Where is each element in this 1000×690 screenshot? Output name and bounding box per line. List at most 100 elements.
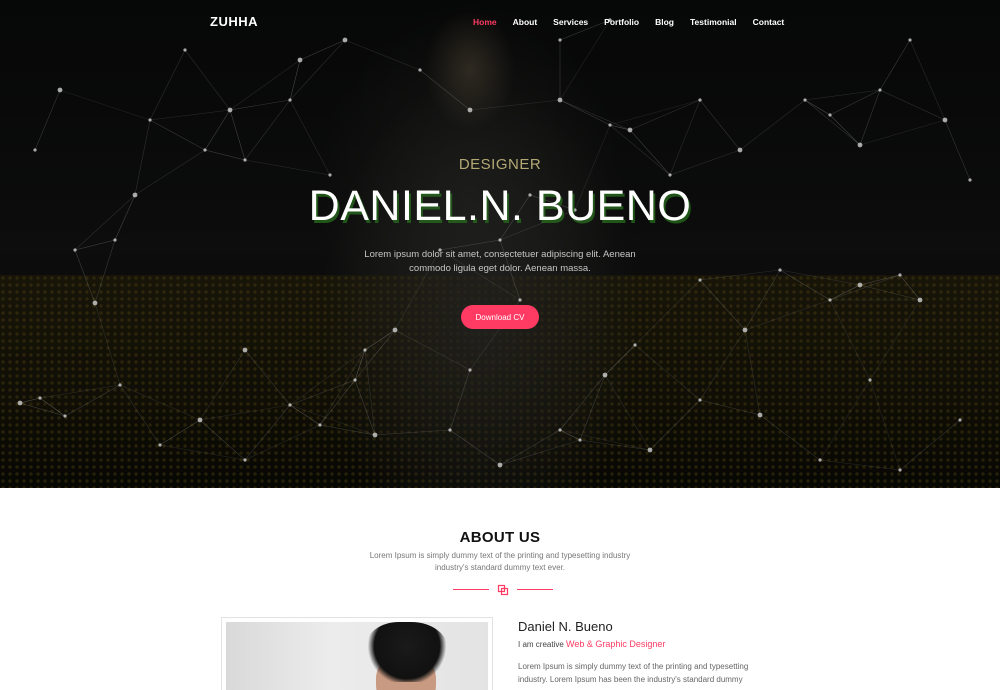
network-line [559,99,631,131]
network-line [74,249,96,304]
network-dot [363,348,367,352]
network-dot [183,48,187,52]
network-line [94,302,121,386]
network-line [19,402,66,417]
network-dot [288,403,292,407]
network-dot [898,273,902,277]
network-line [374,429,451,436]
network-line [149,49,186,121]
network-line [244,99,291,161]
download-cv-button[interactable]: Download CV [461,305,539,329]
network-dot [608,123,612,127]
hero-section: ZUHHA Home About Services Portfolio Blog… [0,0,1000,488]
profile-role: I am creative Web & Graphic Designer [518,639,665,649]
network-line [559,429,581,441]
network-dot [857,282,863,288]
network-line [354,329,396,381]
network-line [19,397,41,404]
network-dot [73,248,77,252]
network-line [579,439,651,451]
network-line [244,424,321,461]
network-line [344,39,421,71]
network-line [604,344,636,376]
network-line [364,349,376,436]
network-dot [63,414,67,418]
network-line [199,349,246,421]
nav-item-services[interactable]: Services [553,17,588,27]
network-line [899,274,921,301]
network-dot [118,383,122,387]
network-dot [38,396,42,400]
network-line [229,59,301,111]
divider-line-left [453,589,489,590]
network-line [899,419,961,471]
network-dot [647,447,653,453]
network-line [74,239,116,251]
network-dot [803,98,807,102]
network-dot [578,438,582,442]
network-line [909,39,946,121]
network-dot [203,148,207,152]
network-line [244,349,291,406]
nav-item-portfolio[interactable]: Portfolio [604,17,639,27]
nav-item-testimonial[interactable]: Testimonial [690,17,737,27]
network-dot [227,107,233,113]
network-dot [197,417,203,423]
top-navigation: ZUHHA Home About Services Portfolio Blog… [0,0,1000,44]
role-highlight: Web & Graphic Designer [566,639,666,649]
network-dot [828,298,832,302]
network-line [649,399,701,451]
network-line [859,274,901,286]
nav-item-blog[interactable]: Blog [655,17,674,27]
network-lines [19,19,971,471]
site-logo[interactable]: ZUHHA [210,14,258,29]
network-dot [243,458,247,462]
network-line [819,379,871,461]
network-dot [242,347,248,353]
network-line [804,99,831,116]
network-dot [698,98,702,102]
network-line [289,404,321,426]
network-line [289,39,346,101]
network-line [759,414,821,461]
network-dot [92,300,98,306]
network-dot [158,443,162,447]
network-line [699,269,781,281]
network-line [34,89,61,151]
profile-photo [226,622,488,690]
network-line [449,369,471,431]
network-line [559,99,611,126]
network-line [634,344,701,401]
network-line [469,99,561,111]
network-line [419,69,471,111]
network-dot [318,423,322,427]
network-dot [353,378,357,382]
network-dot [818,458,822,462]
network-line [634,279,701,346]
network-line [829,284,861,301]
network-dot [557,97,563,103]
network-line [159,419,201,446]
about-title: ABOUT US [459,529,541,546]
network-line [229,109,246,161]
network-dot [328,173,332,177]
network-line [149,119,206,151]
network-line [204,109,231,151]
network-dot [418,68,422,72]
network-line [699,99,741,151]
network-dot [868,378,872,382]
nav-item-home[interactable]: Home [473,17,497,27]
network-dot [917,297,923,303]
about-description: Lorem Ipsum is simply dummy text of the … [369,551,631,572]
network-line [804,99,861,146]
profile-bio: Lorem Ipsum is simply dummy text of the … [518,662,749,684]
nav-item-about[interactable]: About [513,17,538,27]
network-dot [33,148,37,152]
network-line [449,429,501,466]
network-line [559,429,651,451]
network-line [499,429,561,466]
nav-item-contact[interactable]: Contact [753,17,785,27]
network-dot [497,462,503,468]
network-dot [558,428,562,432]
network-line [289,349,366,406]
